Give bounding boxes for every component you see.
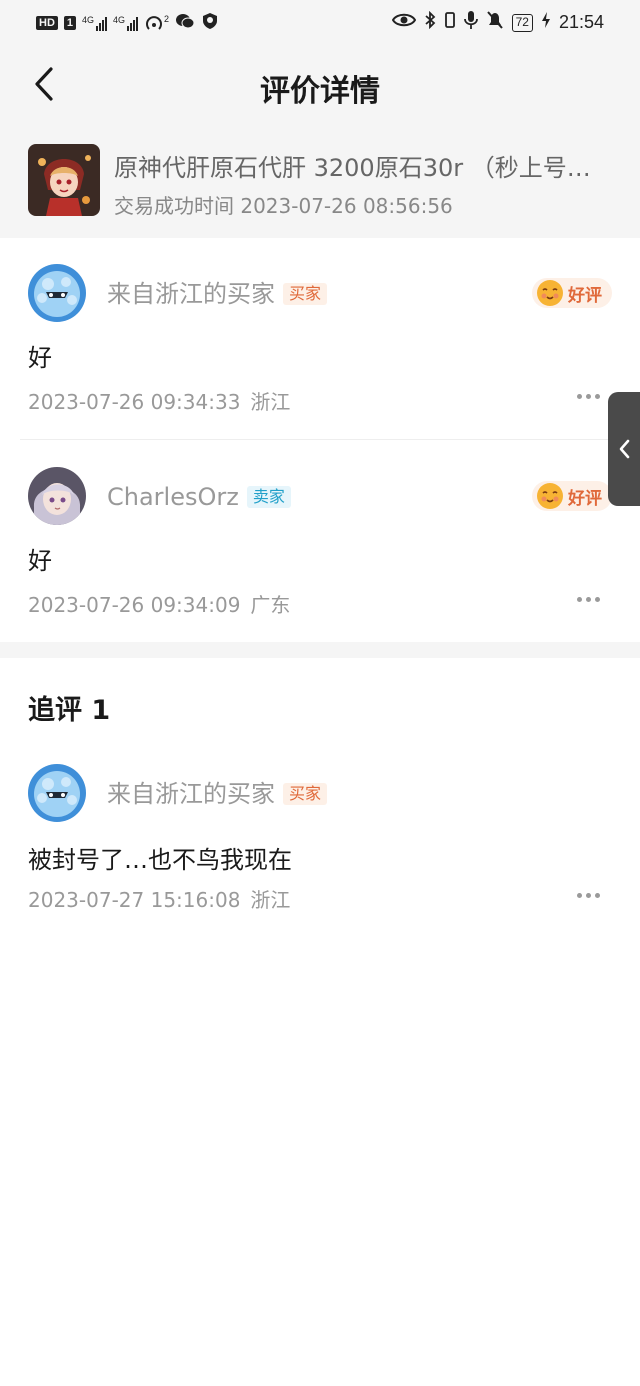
reviews-card: 来自浙江的买家 买家 好评 好 2023-07-26 09:34:33 浙江 C… — [0, 238, 640, 642]
microphone-icon — [463, 10, 478, 35]
review-item: 来自浙江的买家 买家 好评 好 2023-07-26 09:34:33 浙江 — [0, 238, 640, 440]
signal-icon: 4G — [82, 14, 108, 31]
hd-badge: HD — [36, 15, 58, 30]
dot-icon — [586, 597, 591, 602]
battery-indicator: 72 — [511, 13, 533, 32]
anime-girl-avatar-icon — [28, 467, 86, 525]
reviewer-name-text: 来自浙江的买家 — [107, 780, 275, 808]
rating-badge: 好评 — [532, 481, 612, 511]
dot-icon — [586, 394, 591, 399]
dot-icon — [577, 893, 582, 898]
rating-badge: 好评 — [532, 278, 612, 308]
trade-time: 交易成功时间 2023-07-26 08:56:56 — [114, 190, 453, 219]
dot-icon — [595, 597, 600, 602]
section-separator — [0, 642, 640, 658]
ice-ball-avatar-icon — [28, 764, 86, 822]
status-left: HD 1 4G 4G 2 — [36, 12, 219, 33]
wechat-icon — [175, 12, 195, 33]
product-image-icon — [28, 144, 100, 216]
more-options-button[interactable] — [577, 394, 600, 399]
status-right: 72 21:54 — [391, 10, 604, 35]
review-time: 2023-07-26 09:34:33 — [28, 390, 241, 414]
charging-icon — [541, 11, 551, 34]
reviewer-name-text: 来自浙江的买家 — [107, 280, 275, 308]
signal-icon-2: 4G — [113, 14, 139, 31]
vibrate-icon — [444, 11, 456, 34]
followup-meta: 2023-07-27 15:16:08 浙江 — [28, 884, 290, 913]
bluetooth-icon — [424, 10, 436, 34]
reviewer-name: CharlesOrz 卖家 — [107, 483, 291, 511]
review-content: 好 — [28, 547, 52, 575]
nav-header: 评价详情 — [0, 44, 640, 128]
review-time: 2023-07-26 09:34:09 — [28, 593, 241, 617]
rating-text: 好评 — [568, 488, 602, 509]
dot-icon — [595, 893, 600, 898]
network-type-1: 4G — [82, 14, 95, 25]
eye-icon — [391, 12, 416, 33]
followup-review: 来自浙江的买家 买家 被封号了…也不鸟我现在 2023-07-27 15:16:0… — [0, 738, 640, 938]
more-options-button[interactable] — [577, 597, 600, 602]
avatar[interactable] — [28, 264, 86, 322]
hotspot-count: 2 — [164, 13, 170, 24]
dot-icon — [586, 893, 591, 898]
review-item: CharlesOrz 卖家 好评 好 2023-07-26 09:34:09 广东 — [0, 441, 640, 643]
rating-text: 好评 — [568, 285, 602, 306]
role-badge-seller: 卖家 — [246, 486, 291, 508]
review-region: 浙江 — [250, 390, 291, 414]
reviewer-name-text: CharlesOrz — [107, 483, 239, 511]
trade-time-label: 交易成功时间 — [114, 194, 234, 218]
smile-emoji-icon — [537, 483, 563, 509]
review-meta: 2023-07-26 09:34:09 广东 — [28, 589, 290, 618]
hotspot-icon: 2 — [144, 14, 169, 32]
followup-section-title: 追评 1 — [28, 695, 111, 726]
product-thumbnail[interactable] — [28, 144, 100, 216]
dot-icon — [577, 394, 582, 399]
trade-time-value: 2023-07-26 08:56:56 — [240, 194, 453, 218]
chevron-left-icon — [619, 439, 630, 459]
ice-ball-avatar-icon — [28, 264, 86, 322]
status-bar: HD 1 4G 4G 2 72 21:54 — [0, 0, 640, 44]
network-type-2: 4G — [113, 14, 126, 25]
review-content: 好 — [28, 344, 52, 372]
followup-region: 浙江 — [250, 888, 291, 912]
smile-emoji-icon — [537, 280, 563, 306]
avatar[interactable] — [28, 467, 86, 525]
shield-icon — [201, 12, 219, 33]
side-drawer-handle[interactable] — [608, 392, 640, 506]
review-meta: 2023-07-26 09:34:33 浙江 — [28, 386, 290, 415]
product-summary[interactable]: 原神代肝原石代肝 3200原石30r （秒上号… 交易成功时间 2023-07-… — [0, 128, 640, 238]
page-title: 评价详情 — [260, 74, 380, 109]
divider — [20, 439, 620, 440]
dot-icon — [595, 394, 600, 399]
dot-icon — [577, 597, 582, 602]
followup-content: 被封号了…也不鸟我现在 — [28, 846, 292, 874]
reviewer-name: 来自浙江的买家 买家 — [107, 280, 328, 308]
role-badge-buyer: 买家 — [283, 783, 328, 805]
more-options-button[interactable] — [577, 893, 600, 898]
role-badge-buyer: 买家 — [283, 283, 328, 305]
avatar[interactable] — [28, 764, 86, 822]
product-title[interactable]: 原神代肝原石代肝 3200原石30r （秒上号… — [114, 148, 614, 183]
sim-badge: 1 — [63, 15, 77, 30]
clock: 21:54 — [558, 12, 604, 32]
mute-bell-icon — [486, 10, 504, 35]
reviewer-name: 来自浙江的买家 买家 — [107, 780, 328, 808]
review-region: 广东 — [250, 593, 291, 617]
followup-time: 2023-07-27 15:16:08 — [28, 888, 241, 912]
